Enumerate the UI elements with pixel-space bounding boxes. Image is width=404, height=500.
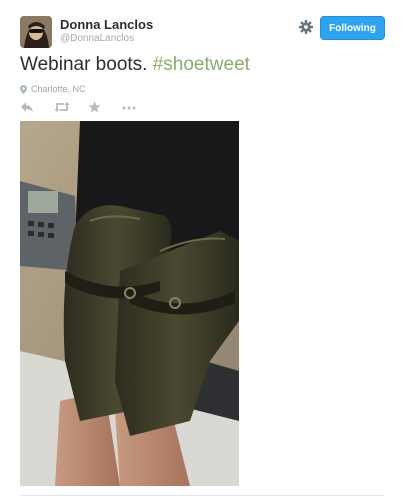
hashtag-link[interactable]: #shoetweet bbox=[153, 54, 250, 75]
following-button-label: Following bbox=[329, 22, 376, 34]
following-button[interactable]: Following bbox=[320, 16, 385, 40]
display-name[interactable]: Donna Lanclos bbox=[60, 17, 153, 32]
screen-name[interactable]: @DonnaLanclos bbox=[60, 33, 134, 44]
tweet-location[interactable]: Charlotte, NC bbox=[20, 84, 86, 94]
tweet-body: Webinar boots. bbox=[20, 54, 153, 75]
avatar[interactable] bbox=[20, 16, 52, 48]
more-icon[interactable] bbox=[122, 100, 136, 112]
tweet-photo[interactable] bbox=[20, 121, 239, 486]
retweet-icon[interactable] bbox=[54, 100, 70, 112]
star-icon[interactable] bbox=[88, 100, 102, 113]
avatar-image bbox=[20, 16, 52, 48]
boots-photo bbox=[20, 121, 239, 486]
tweet-divider bbox=[20, 495, 384, 496]
tweet-text: Webinar boots. #shoetweet bbox=[20, 54, 250, 76]
map-pin-icon bbox=[20, 84, 27, 94]
gear-icon[interactable] bbox=[298, 19, 314, 35]
reply-icon[interactable] bbox=[20, 100, 34, 112]
location-label: Charlotte, NC bbox=[31, 84, 86, 94]
